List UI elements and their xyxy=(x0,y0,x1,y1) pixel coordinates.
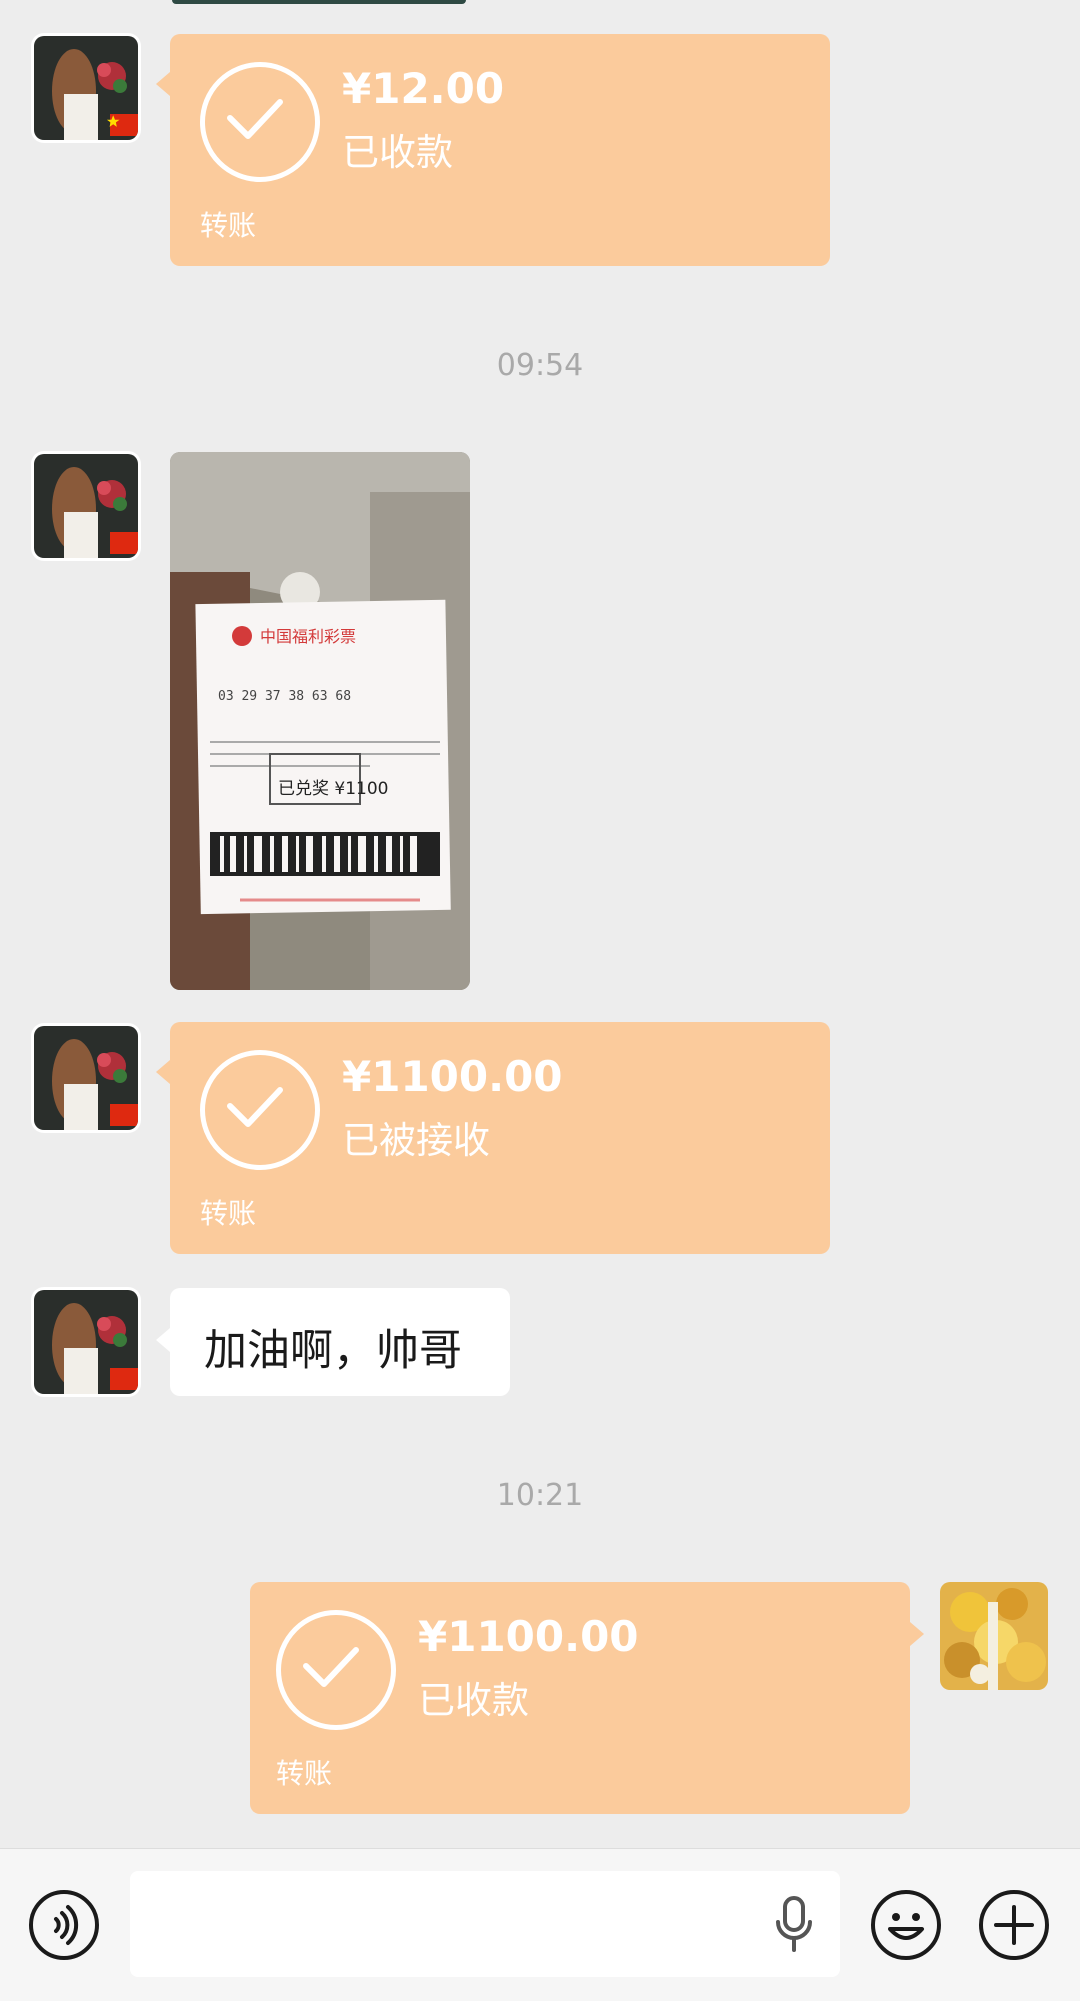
text-message[interactable]: 加油啊，帅哥 xyxy=(156,1288,510,1396)
ticket-header: 中国福利彩票 xyxy=(260,627,356,646)
ticket-numbers: 03 29 37 38 63 68 xyxy=(218,689,351,704)
cropped-image-edge xyxy=(172,0,466,4)
timestamp: 09:54 xyxy=(496,348,584,383)
transfer-label: 转账 xyxy=(200,209,257,242)
transfer-status: 已收款 xyxy=(342,131,453,174)
contact-avatar[interactable] xyxy=(34,36,138,140)
timestamp: 10:21 xyxy=(496,1478,584,1513)
contact-avatar[interactable] xyxy=(34,1290,138,1394)
input-bar xyxy=(0,1848,1080,2001)
transfer-amount: ¥1100.00 xyxy=(418,1612,639,1661)
lottery-ticket-photo[interactable]: 中国福利彩票 03 29 37 38 63 68 已兑奖 ¥1100 xyxy=(170,452,470,990)
my-avatar[interactable] xyxy=(940,1582,1048,1690)
check-icon xyxy=(200,62,320,182)
transfer-message[interactable]: ¥1100.00 已被接收 转账 xyxy=(156,1022,830,1254)
transfer-message[interactable]: ¥1100.00 已收款 转账 xyxy=(250,1582,924,1814)
message-input[interactable] xyxy=(130,1871,840,1977)
contact-avatar[interactable] xyxy=(34,454,138,558)
ticket-stamp: 已兑奖 ¥1100 xyxy=(278,779,388,799)
voice-toggle-icon[interactable] xyxy=(28,1889,100,1961)
transfer-status: 已收款 xyxy=(418,1679,529,1722)
check-icon xyxy=(276,1610,396,1730)
chat-area[interactable]: ¥12.00 已收款 转账 09:54 中国福利彩票 03 29 37 38 6… xyxy=(0,0,1080,1848)
transfer-label: 转账 xyxy=(200,1197,257,1230)
transfer-amount: ¥12.00 xyxy=(342,64,505,113)
plus-icon[interactable] xyxy=(978,1889,1050,1961)
check-icon xyxy=(200,1050,320,1170)
microphone-icon[interactable] xyxy=(770,1894,818,1954)
transfer-label: 转账 xyxy=(276,1757,333,1790)
transfer-amount: ¥1100.00 xyxy=(342,1052,563,1101)
transfer-message[interactable]: ¥12.00 已收款 转账 xyxy=(156,34,830,266)
message-text: 加油啊，帅哥 xyxy=(204,1326,462,1376)
contact-avatar[interactable] xyxy=(34,1026,138,1130)
emoji-icon[interactable] xyxy=(870,1889,942,1961)
transfer-status: 已被接收 xyxy=(342,1119,490,1162)
